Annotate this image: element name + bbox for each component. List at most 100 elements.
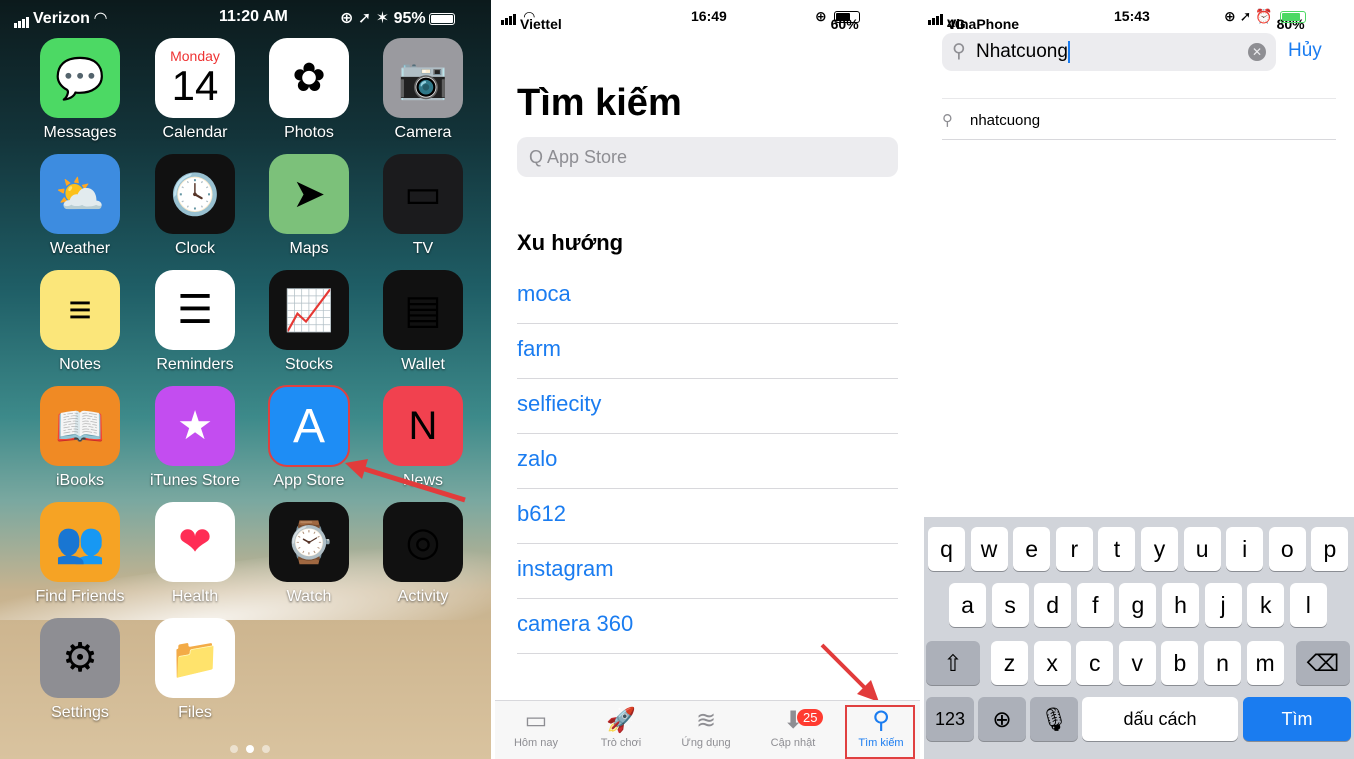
- photos-icon: ✿: [269, 38, 349, 118]
- status-right: ⊕ 60%: [815, 8, 860, 32]
- numbers-key[interactable]: 123: [926, 697, 974, 741]
- highlight-box: [845, 705, 915, 759]
- app-label: Reminders: [156, 356, 234, 373]
- app-photos[interactable]: ✿ Photos: [254, 38, 364, 150]
- app-health[interactable]: ❤ Health: [140, 502, 250, 614]
- trending-item[interactable]: zalo: [517, 434, 898, 489]
- app-wallet[interactable]: ▤ Wallet: [368, 270, 478, 382]
- tab-label: Trò chơi: [600, 737, 642, 749]
- app-find-friends[interactable]: 👥 Find Friends: [25, 502, 135, 614]
- app-settings[interactable]: ⚙ Settings: [25, 618, 135, 730]
- clear-icon[interactable]: ✕: [1248, 43, 1266, 61]
- app-tv[interactable]: ▭ TV: [368, 154, 478, 266]
- messages-icon: 💬: [40, 38, 120, 118]
- tab-today[interactable]: ▭ Hôm nay: [500, 705, 572, 749]
- key-r[interactable]: r: [1055, 527, 1093, 571]
- app-ibooks[interactable]: 📖 iBooks: [25, 386, 135, 498]
- apps-icon: ≋: [695, 707, 717, 734]
- files-icon: 📁: [155, 618, 235, 698]
- app-files[interactable]: 📁 Files: [140, 618, 250, 730]
- tab-updates[interactable]: ⬇ Cập nhật 25: [757, 705, 829, 749]
- signal-icon: [14, 10, 30, 28]
- key-a[interactable]: a: [949, 583, 986, 627]
- tab-apps[interactable]: ≋ Ứng dụng: [670, 705, 742, 749]
- key-t[interactable]: t: [1098, 527, 1136, 571]
- search-input[interactable]: Q App Store: [517, 137, 898, 177]
- shift-key[interactable]: ⇧: [926, 641, 980, 685]
- search-key[interactable]: Tìm: [1243, 697, 1351, 741]
- app-label: Messages: [43, 124, 117, 141]
- app-store-icon: A: [268, 385, 350, 467]
- app-watch[interactable]: ⌚ Watch: [254, 502, 364, 614]
- page-dots: [226, 740, 274, 758]
- key-k[interactable]: k: [1247, 583, 1285, 627]
- app-label: Calendar: [162, 124, 228, 141]
- camera-icon: 📷: [383, 38, 463, 118]
- app-label: TV: [412, 240, 434, 257]
- trending-item[interactable]: selfiecity: [517, 379, 898, 434]
- key-d[interactable]: d: [1034, 583, 1072, 627]
- stocks-icon: 📈: [269, 270, 349, 350]
- key-v[interactable]: v: [1118, 641, 1156, 685]
- key-b[interactable]: b: [1161, 641, 1199, 685]
- clock-icon: 🕓: [155, 154, 235, 234]
- app-messages[interactable]: 💬 Messages: [25, 38, 135, 150]
- app-label: Watch: [286, 588, 332, 605]
- key-g[interactable]: g: [1119, 583, 1157, 627]
- key-l[interactable]: l: [1289, 583, 1327, 627]
- trending-item[interactable]: moca: [517, 269, 898, 324]
- tab-games[interactable]: 🚀 Trò chơi: [585, 705, 657, 749]
- key-q[interactable]: q: [928, 527, 965, 571]
- key-p[interactable]: p: [1311, 527, 1349, 571]
- key-y[interactable]: y: [1141, 527, 1178, 571]
- trending-heading: Xu hướng: [517, 230, 624, 255]
- app-label: Maps: [289, 240, 329, 257]
- delete-key[interactable]: ⌫: [1296, 641, 1350, 685]
- mic-icon[interactable]: 🎙: [1030, 697, 1078, 741]
- app-maps[interactable]: ➤ Maps: [254, 154, 364, 266]
- app-itunes-store[interactable]: ★ iTunes Store: [140, 386, 250, 498]
- app-reminders[interactable]: ☰ Reminders: [140, 270, 250, 382]
- key-c[interactable]: c: [1076, 641, 1114, 685]
- settings-icon: ⚙: [40, 618, 120, 698]
- trending-item[interactable]: instagram: [517, 544, 898, 599]
- key-n[interactable]: n: [1204, 641, 1241, 685]
- status-right: ⊕ ➚ ⏰ 80%: [1224, 8, 1306, 32]
- app-label: Wallet: [401, 356, 445, 373]
- key-x[interactable]: x: [1033, 641, 1071, 685]
- games-icon: 🚀: [606, 707, 636, 734]
- carrier: Verizon ◠: [14, 8, 107, 28]
- status-time: 11:20 AM: [219, 8, 288, 25]
- app-activity[interactable]: ◎ Activity: [368, 502, 478, 614]
- key-z[interactable]: z: [991, 641, 1028, 685]
- space-key[interactable]: dấu cách: [1082, 697, 1238, 741]
- key-w[interactable]: w: [970, 527, 1008, 571]
- key-u[interactable]: u: [1183, 527, 1221, 571]
- app-weather[interactable]: ⛅ Weather: [25, 154, 135, 266]
- app-calendar[interactable]: Monday 14 Calendar: [140, 38, 250, 150]
- suggestion-item[interactable]: ⚲ nhatcuong: [942, 98, 1336, 140]
- app-notes[interactable]: ≡ Notes: [25, 270, 135, 382]
- globe-icon[interactable]: ⊕: [978, 697, 1026, 741]
- key-e[interactable]: e: [1013, 527, 1051, 571]
- status-time: 16:49: [691, 8, 727, 24]
- cancel-button[interactable]: Hủy: [1288, 40, 1322, 62]
- app-label: iTunes Store: [149, 472, 241, 489]
- key-o[interactable]: o: [1268, 527, 1306, 571]
- tab-label: Cập nhật: [770, 737, 816, 749]
- key-f[interactable]: f: [1076, 583, 1114, 627]
- key-j[interactable]: j: [1204, 583, 1242, 627]
- app-camera[interactable]: 📷 Camera: [368, 38, 478, 150]
- app-label: Health: [171, 588, 219, 605]
- key-m[interactable]: m: [1246, 641, 1284, 685]
- search-field[interactable]: ⚲ Nhatcuong ✕: [942, 33, 1276, 71]
- app-clock[interactable]: 🕓 Clock: [140, 154, 250, 266]
- trending-item[interactable]: b612: [517, 489, 898, 544]
- trending-item[interactable]: farm: [517, 324, 898, 379]
- key-i[interactable]: i: [1226, 527, 1264, 571]
- key-s[interactable]: s: [991, 583, 1029, 627]
- app-stocks[interactable]: 📈 Stocks: [254, 270, 364, 382]
- today-icon: ▭: [524, 707, 548, 734]
- status-right: ⊕ ➚ ✶ 95%: [340, 8, 455, 28]
- key-h[interactable]: h: [1162, 583, 1199, 627]
